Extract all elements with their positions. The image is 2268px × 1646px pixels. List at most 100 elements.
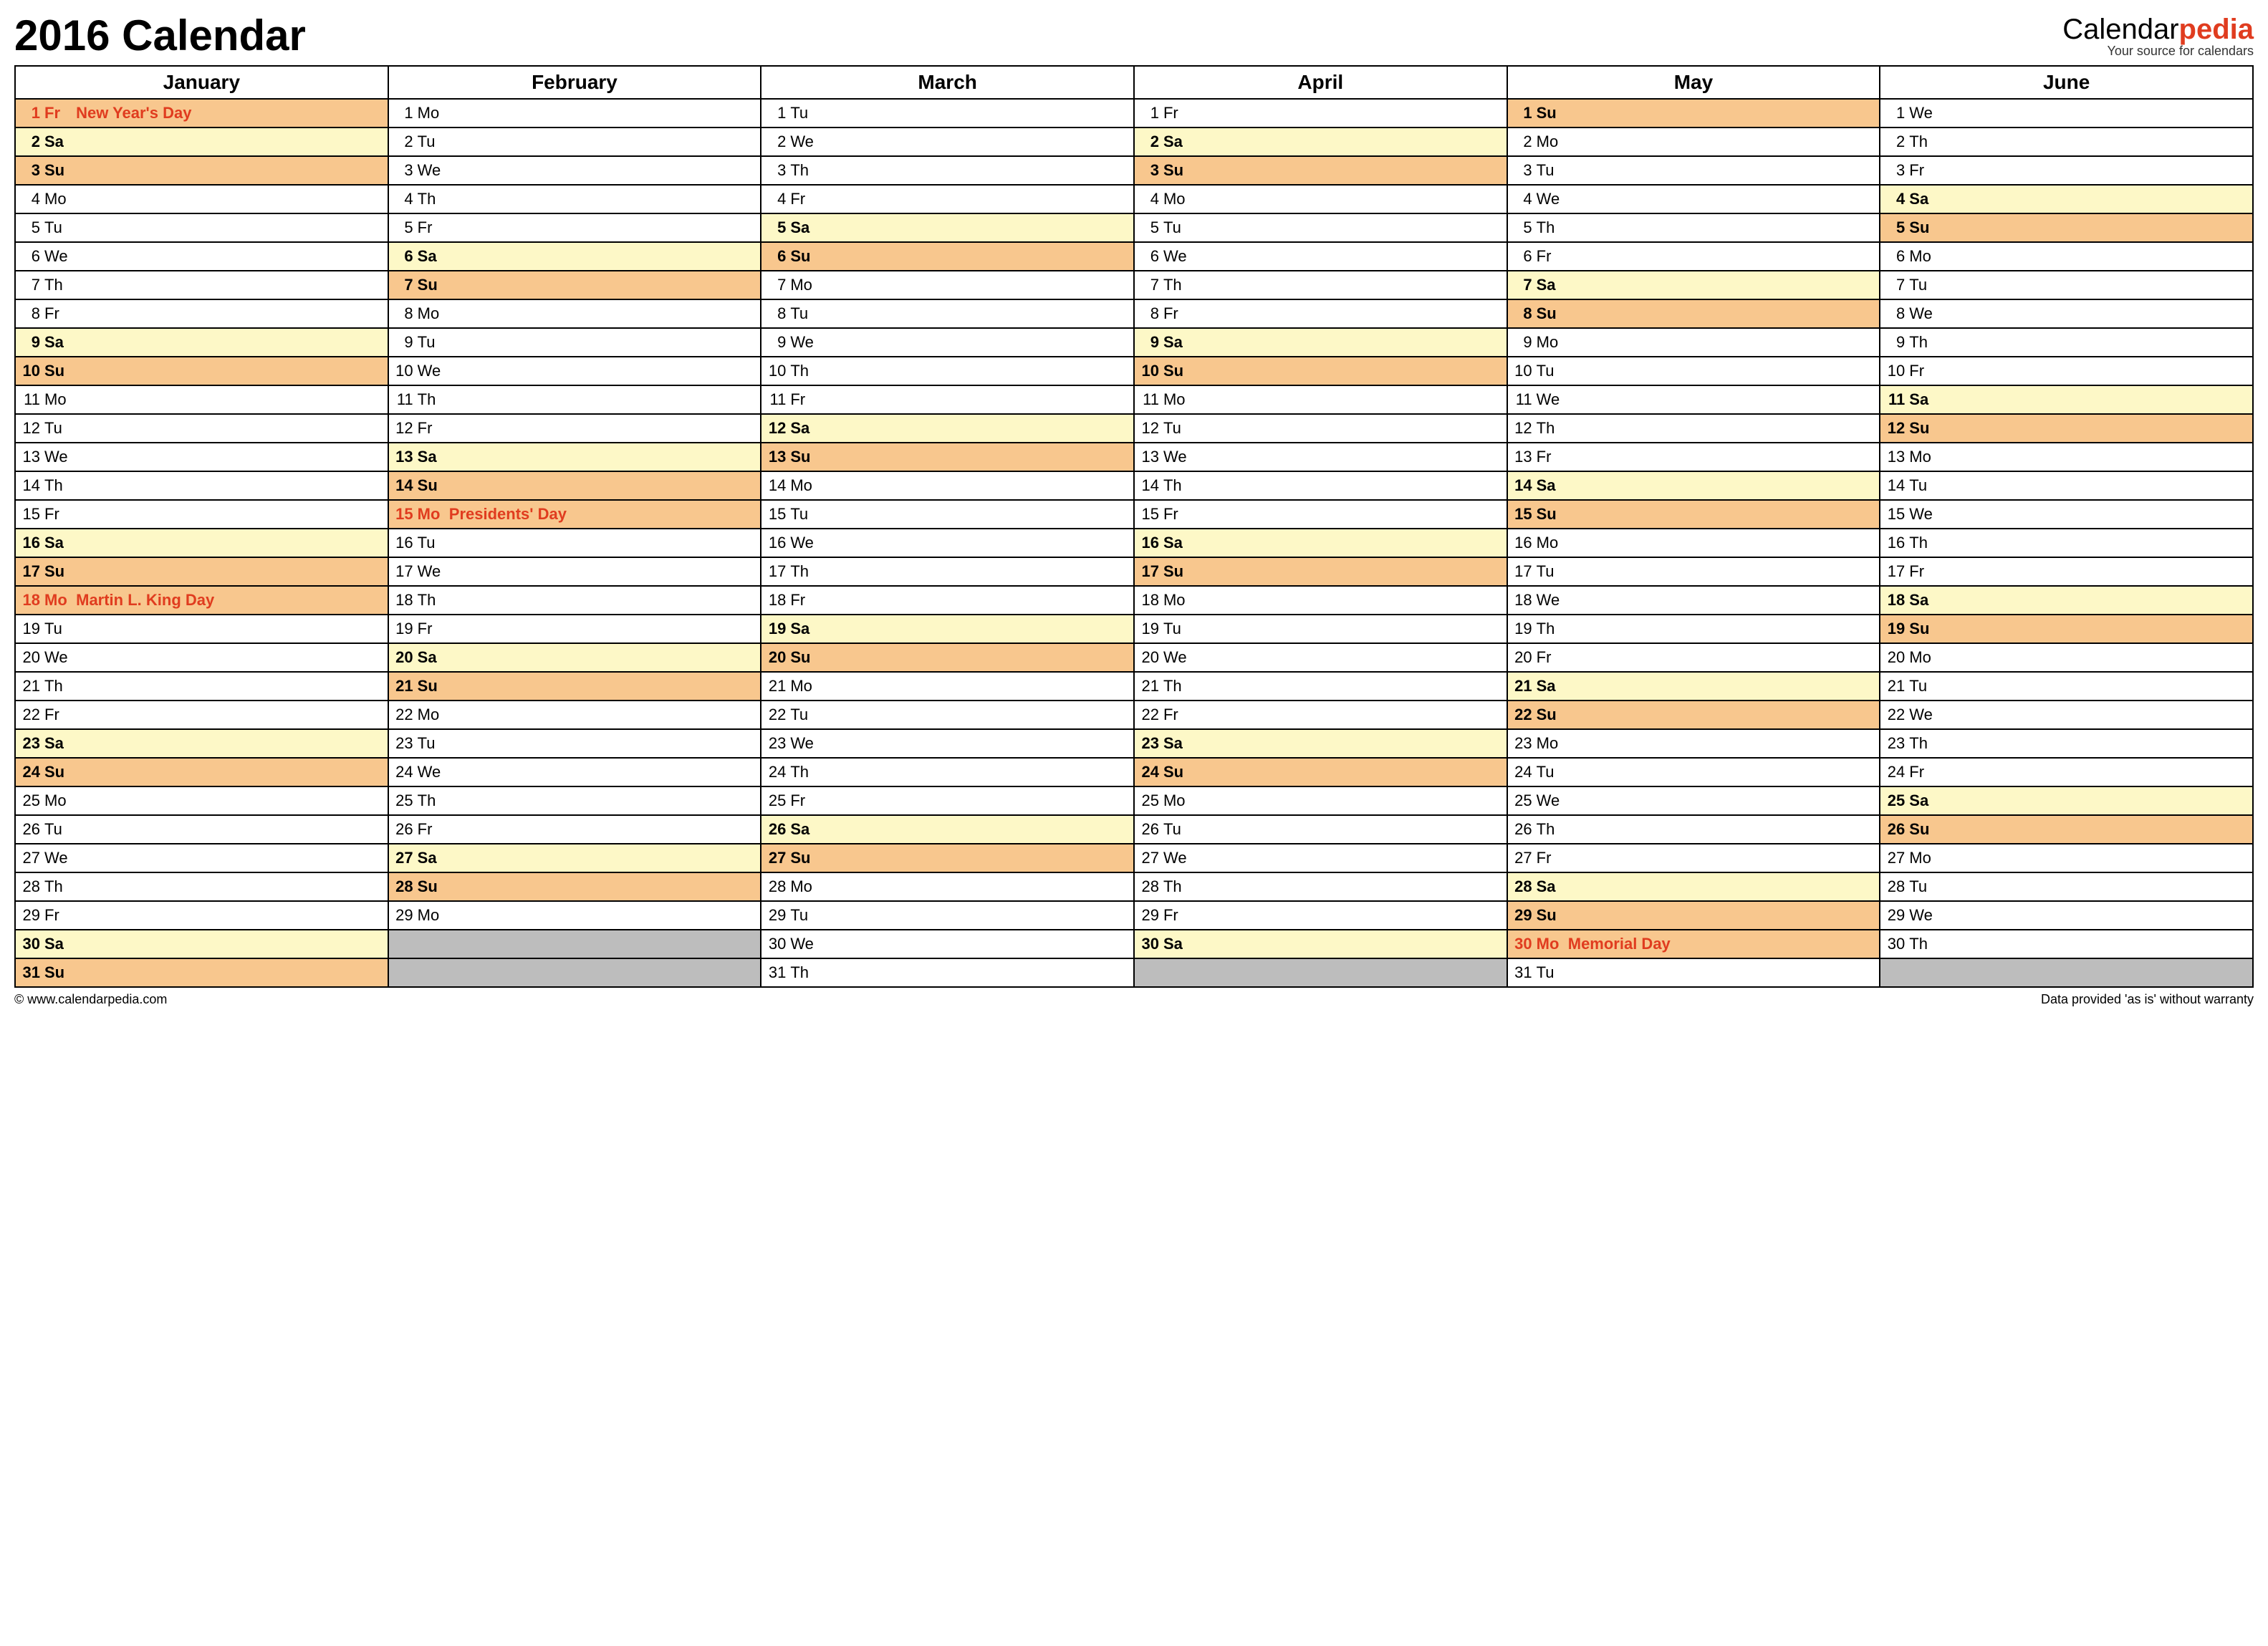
calendar-cell: 4Mo — [1134, 185, 1507, 213]
calendar-cell: 11Fr — [761, 385, 1134, 414]
calendar-cell: 7Mo — [761, 271, 1134, 299]
calendar-cell: 8Su — [1507, 299, 1880, 328]
calendar-row: 23Sa23Tu23We23Sa23Mo23Th — [15, 729, 2253, 758]
calendar-cell: 6We — [1134, 242, 1507, 271]
calendar-cell: 22Su — [1507, 701, 1880, 729]
calendar-cell: 8Tu — [761, 299, 1134, 328]
calendar-cell: 1Mo — [388, 99, 761, 127]
calendar-cell: 30We — [761, 930, 1134, 958]
calendar-cell: 27Mo — [1880, 844, 2253, 872]
calendar-cell: 30Sa — [15, 930, 388, 958]
calendar-cell: 17We — [388, 557, 761, 586]
calendar-cell: 24Th — [761, 758, 1134, 786]
calendar-cell: 18Th — [388, 586, 761, 615]
calendar-cell: 21Mo — [761, 672, 1134, 701]
calendar-cell: 30Th — [1880, 930, 2253, 958]
calendar-cell: 9Sa — [15, 328, 388, 357]
calendar-row: 18Mo Martin L. King Day18Th18Fr18Mo18We1… — [15, 586, 2253, 615]
calendar-cell: 8Fr — [1134, 299, 1507, 328]
calendar-cell: 27Sa — [388, 844, 761, 872]
calendar-row: 17Su17We17Th17Su17Tu17Fr — [15, 557, 2253, 586]
calendar-cell: 16Mo — [1507, 529, 1880, 557]
calendar-row: 2Sa2Tu2We2Sa2Mo2Th — [15, 127, 2253, 156]
calendar-cell: 20Su — [761, 643, 1134, 672]
calendar-cell: 26Tu — [15, 815, 388, 844]
calendar-cell: 3Su — [15, 156, 388, 185]
calendar-cell: 1We — [1880, 99, 2253, 127]
calendar-cell: 2Mo — [1507, 127, 1880, 156]
calendar-cell: 6We — [15, 242, 388, 271]
calendar-row: 31Su 31Th 31Tu — [15, 958, 2253, 987]
calendar-cell: 13Sa — [388, 443, 761, 471]
calendar-row: 24Su24We24Th24Su24Tu24Fr — [15, 758, 2253, 786]
calendar-cell: 5Fr — [388, 213, 761, 242]
calendar-cell: 26Th — [1507, 815, 1880, 844]
calendar-cell: 24Su — [15, 758, 388, 786]
calendar-cell: 8Mo — [388, 299, 761, 328]
calendar-cell — [1134, 958, 1507, 987]
calendar-cell: 10Su — [1134, 357, 1507, 385]
calendar-cell: 10Tu — [1507, 357, 1880, 385]
calendar-cell: 19Su — [1880, 615, 2253, 643]
calendar-cell: 25We — [1507, 786, 1880, 815]
calendar-cell: 6Mo — [1880, 242, 2253, 271]
calendar-row: 8Fr8Mo8Tu8Fr8Su8We — [15, 299, 2253, 328]
calendar-row: 16Sa16Tu16We16Sa16Mo16Th — [15, 529, 2253, 557]
calendar-cell: 8Fr — [15, 299, 388, 328]
calendar-cell: 10Su — [15, 357, 388, 385]
month-header: January — [15, 66, 388, 99]
calendar-row: 12Tu12Fr12Sa12Tu12Th12Su — [15, 414, 2253, 443]
calendar-cell: 19Tu — [15, 615, 388, 643]
brand-tagline: Your source for calendars — [2062, 44, 2254, 58]
calendar-cell: 17Tu — [1507, 557, 1880, 586]
calendar-cell: 14Th — [15, 471, 388, 500]
calendar-cell: 2Tu — [388, 127, 761, 156]
calendar-cell: 24Tu — [1507, 758, 1880, 786]
calendar-cell: 15Tu — [761, 500, 1134, 529]
calendar-cell: 12Su — [1880, 414, 2253, 443]
calendar-table: JanuaryFebruaryMarchAprilMayJune 1Fr New… — [14, 65, 2254, 988]
calendar-cell: 20Fr — [1507, 643, 1880, 672]
calendar-cell: 3Tu — [1507, 156, 1880, 185]
calendar-cell: 13We — [15, 443, 388, 471]
calendar-cell: 5Su — [1880, 213, 2253, 242]
calendar-cell: 1Fr — [1134, 99, 1507, 127]
calendar-row: 27We27Sa27Su27We27Fr27Mo — [15, 844, 2253, 872]
calendar-row: 20We20Sa20Su20We20Fr20Mo — [15, 643, 2253, 672]
month-header-row: JanuaryFebruaryMarchAprilMayJune — [15, 66, 2253, 99]
month-header: March — [761, 66, 1134, 99]
calendar-cell: 4We — [1507, 185, 1880, 213]
calendar-cell: 16Sa — [1134, 529, 1507, 557]
calendar-cell: 29Fr — [1134, 901, 1507, 930]
calendar-cell: 13Mo — [1880, 443, 2253, 471]
calendar-cell: 1Tu — [761, 99, 1134, 127]
calendar-cell — [1880, 958, 2253, 987]
calendar-cell: 19Tu — [1134, 615, 1507, 643]
calendar-cell: 15Fr — [15, 500, 388, 529]
calendar-cell: 3Th — [761, 156, 1134, 185]
calendar-cell: 27Su — [761, 844, 1134, 872]
calendar-row: 26Tu26Fr26Sa26Tu26Th26Su — [15, 815, 2253, 844]
calendar-cell: 22We — [1880, 701, 2253, 729]
calendar-cell: 19Sa — [761, 615, 1134, 643]
calendar-cell: 26Su — [1880, 815, 2253, 844]
calendar-cell: 28Th — [1134, 872, 1507, 901]
calendar-cell: 2Th — [1880, 127, 2253, 156]
calendar-cell: 31Su — [15, 958, 388, 987]
calendar-row: 6We6Sa6Su6We6Fr6Mo — [15, 242, 2253, 271]
calendar-cell: 23Tu — [388, 729, 761, 758]
calendar-row: 3Su3We3Th3Su3Tu3Fr — [15, 156, 2253, 185]
calendar-cell: 9Tu — [388, 328, 761, 357]
calendar-cell: 23Mo — [1507, 729, 1880, 758]
calendar-cell: 6Su — [761, 242, 1134, 271]
calendar-cell: 29Fr — [15, 901, 388, 930]
calendar-row: 29Fr29Mo29Tu29Fr29Su29We — [15, 901, 2253, 930]
calendar-cell: 26Tu — [1134, 815, 1507, 844]
calendar-cell: 15Mo Presidents' Day — [388, 500, 761, 529]
calendar-cell: 29Tu — [761, 901, 1134, 930]
calendar-cell: 18Mo — [1134, 586, 1507, 615]
calendar-cell: 4Sa — [1880, 185, 2253, 213]
calendar-cell: 10Fr — [1880, 357, 2253, 385]
brand-part1: Calendar — [2062, 14, 2178, 45]
calendar-cell: 8We — [1880, 299, 2253, 328]
